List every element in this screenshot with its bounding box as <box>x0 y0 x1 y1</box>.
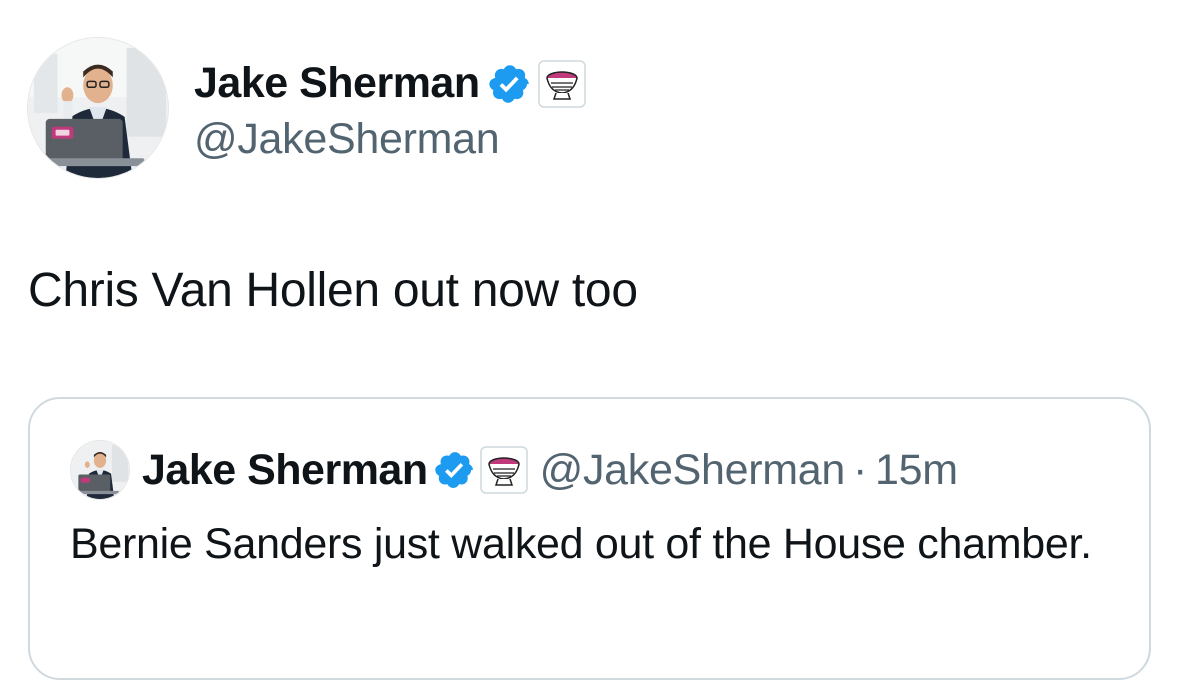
author-display-name[interactable]: Jake Sherman <box>194 62 480 105</box>
quoted-tweet-header: Jake Sherman @JakeSherman · 15m <box>70 439 958 501</box>
quoted-timestamp[interactable]: 15m <box>875 448 958 492</box>
author-handle[interactable]: @JakeSherman <box>194 117 586 161</box>
tweet-text: Chris Van Hollen out now too <box>28 264 638 317</box>
quoted-display-name[interactable]: Jake Sherman <box>142 448 428 492</box>
tweet-header: Jake Sherman @JakeSherman <box>27 36 586 180</box>
quoted-avatar[interactable] <box>70 440 130 500</box>
quoted-tweet-card[interactable]: Jake Sherman @JakeSherman · 15m Bernie S… <box>28 397 1151 680</box>
verified-badge-icon[interactable] <box>488 62 532 106</box>
punchbowl-logo-icon[interactable] <box>537 59 586 108</box>
name-row: Jake Sherman <box>194 56 586 112</box>
avatar[interactable] <box>27 37 169 179</box>
punchbowl-logo-icon[interactable] <box>479 446 528 494</box>
profile-photo-icon <box>28 38 168 178</box>
verified-badge-icon[interactable] <box>434 449 476 491</box>
profile-photo-icon <box>71 441 129 499</box>
author-info: Jake Sherman @JakeSherman <box>194 56 586 161</box>
quoted-tweet-text: Bernie Sanders just walked out of the Ho… <box>70 520 1092 568</box>
separator-dot: · <box>852 445 868 494</box>
quoted-handle[interactable]: @JakeSherman <box>540 448 846 492</box>
